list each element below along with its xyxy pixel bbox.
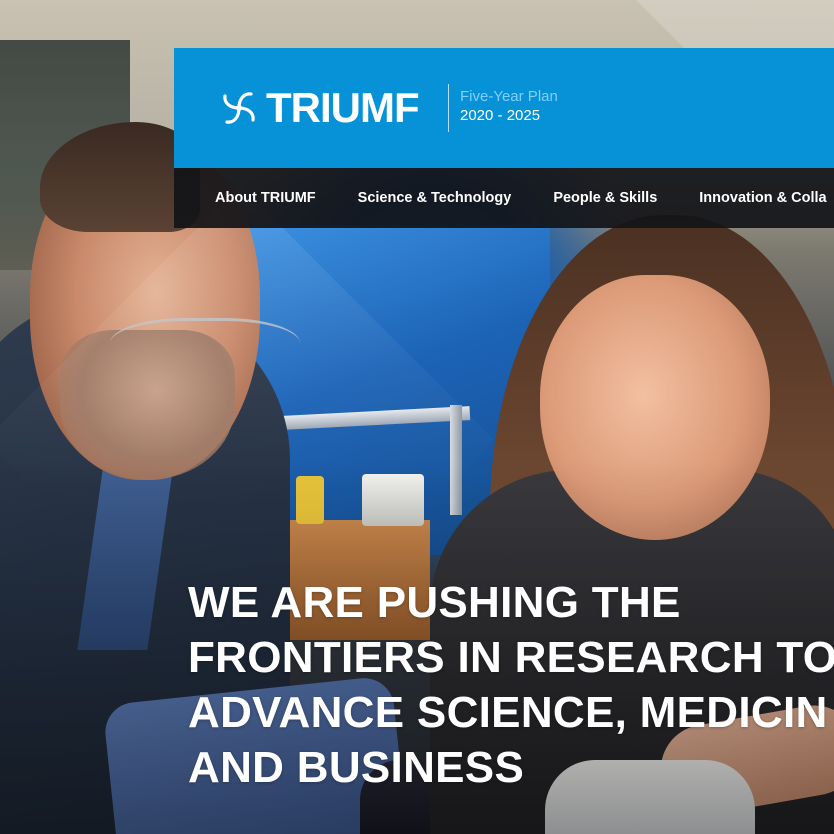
- plan-title: Five-Year Plan 2020 - 2025: [460, 87, 558, 125]
- site-header: TRIUMF Five-Year Plan 2020 - 2025 About …: [174, 48, 834, 228]
- nav-item-people-skills[interactable]: People & Skills: [553, 190, 657, 206]
- brand-divider: [448, 84, 449, 132]
- plan-name: Five-Year Plan: [460, 88, 558, 105]
- nav-item-science-technology[interactable]: Science & Technology: [358, 190, 512, 206]
- headline-line: WE ARE PUSHING THE: [188, 578, 681, 628]
- nav-item-innovation-collaboration[interactable]: Innovation & Colla: [699, 190, 826, 206]
- headline-line: FRONTIERS IN RESEARCH TO: [188, 633, 834, 683]
- brand-bar: TRIUMF Five-Year Plan 2020 - 2025: [174, 48, 834, 168]
- pinwheel-logo-icon: [223, 92, 255, 124]
- home-logo-link[interactable]: TRIUMF: [218, 84, 420, 131]
- headline-line: AND BUSINESS: [188, 743, 525, 793]
- nav-item-about-triumf[interactable]: About TRIUMF: [215, 190, 316, 206]
- main-nav: About TRIUMF Science & Technology People…: [174, 168, 834, 228]
- plan-years: 2020 - 2025: [460, 107, 541, 124]
- hero-headline: WE ARE PUSHING THE FRONTIERS IN RESEARCH…: [188, 575, 834, 795]
- headline-line: ADVANCE SCIENCE, MEDICIN: [188, 688, 828, 738]
- logo-wordmark: TRIUMF: [266, 84, 420, 131]
